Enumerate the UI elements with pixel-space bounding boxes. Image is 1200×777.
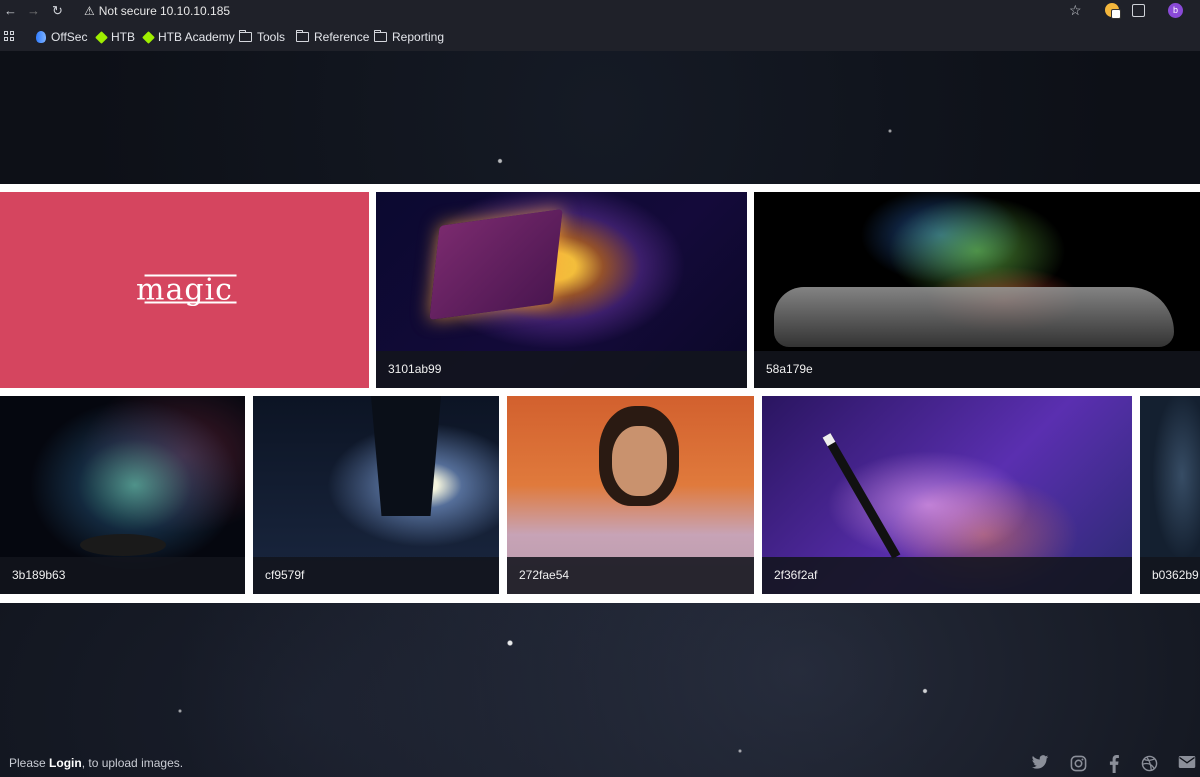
bookmark-label: Reference bbox=[314, 30, 370, 44]
hand-shape bbox=[774, 287, 1174, 347]
login-link[interactable]: Login bbox=[49, 756, 82, 770]
footer-prefix: Please bbox=[9, 756, 50, 770]
image-caption: 3b189b63 bbox=[0, 557, 245, 594]
bookmark-label: Reporting bbox=[392, 30, 445, 44]
apps-grid-icon[interactable] bbox=[4, 31, 14, 41]
magic-logo-tile: magic bbox=[0, 192, 369, 388]
security-label: Not secure bbox=[98, 4, 157, 18]
address-bar[interactable]: 10.10.10.185 bbox=[160, 4, 230, 18]
image-caption: 3101ab99 bbox=[376, 351, 747, 388]
twitter-icon[interactable] bbox=[1031, 755, 1049, 773]
footer-login-prompt: Please Login, to upload images. bbox=[9, 756, 183, 770]
image-caption: cf9579f bbox=[253, 557, 499, 594]
forward-icon[interactable]: → bbox=[27, 3, 40, 18]
gallery-image-top-hat[interactable]: 3b189b63 bbox=[0, 396, 245, 594]
extension-icon[interactable] bbox=[1105, 3, 1121, 19]
back-icon[interactable]: ← bbox=[4, 3, 17, 18]
image-gallery: magic 3101ab99 58a179e 3b189b63 cf9579f … bbox=[0, 184, 1200, 603]
gallery-image-spellbook[interactable]: 3101ab99 bbox=[376, 192, 747, 388]
footer-suffix: , to upload images. bbox=[81, 756, 184, 770]
warning-icon: ⚠ bbox=[84, 4, 95, 18]
suit-shape bbox=[371, 396, 441, 516]
bookmarks-bar: OffSec HTB HTB Academy Tools Reference R… bbox=[0, 23, 1200, 52]
extensions-puzzle-icon[interactable] bbox=[1132, 4, 1145, 17]
bookmark-folder-reference[interactable]: Reference bbox=[296, 30, 369, 44]
face-shape bbox=[612, 426, 667, 496]
browser-toolbar: ← → ↻ ⚠ Not secure 10.10.10.185 ☆ b bbox=[0, 0, 1200, 23]
image-caption: 2f36f2af bbox=[762, 557, 1132, 594]
htb-cube-icon bbox=[95, 30, 108, 44]
image-caption: b0362b9 bbox=[1140, 557, 1200, 594]
folder-icon bbox=[374, 30, 387, 42]
folder-icon bbox=[239, 30, 252, 42]
hat-shape bbox=[80, 534, 166, 556]
security-indicator[interactable]: ⚠ Not secure bbox=[84, 4, 157, 18]
image-caption: 58a179e bbox=[754, 351, 1200, 388]
bookmark-offsec[interactable]: OffSec bbox=[36, 30, 87, 44]
bookmark-htb[interactable]: HTB bbox=[95, 30, 135, 44]
bookmark-star-icon[interactable]: ☆ bbox=[1069, 2, 1082, 19]
bookmark-label: HTB bbox=[111, 30, 135, 44]
bookmark-folder-reporting[interactable]: Reporting bbox=[374, 30, 444, 44]
folder-icon bbox=[296, 30, 309, 42]
wand-shape bbox=[822, 433, 901, 559]
offsec-icon bbox=[36, 31, 46, 43]
image-caption: 272fae54 bbox=[507, 557, 754, 594]
gallery-image-partial[interactable]: b0362b9 bbox=[1140, 396, 1200, 594]
bookmark-label: HTB Academy bbox=[158, 30, 235, 44]
dribbble-icon[interactable] bbox=[1140, 755, 1158, 773]
site-logo: magic bbox=[136, 272, 237, 308]
gallery-image-hand-smoke[interactable]: 58a179e bbox=[754, 192, 1200, 388]
email-icon[interactable] bbox=[1178, 755, 1196, 773]
reload-icon[interactable]: ↻ bbox=[52, 3, 63, 19]
bookmark-label: OffSec bbox=[51, 30, 88, 44]
bookmark-folder-tools[interactable]: Tools bbox=[239, 30, 285, 44]
starfield-background: magic 3101ab99 58a179e 3b189b63 cf9579f … bbox=[0, 51, 1200, 777]
instagram-icon[interactable] bbox=[1069, 755, 1087, 773]
bookmark-label: Tools bbox=[257, 30, 286, 44]
bookmark-htb-academy[interactable]: HTB Academy bbox=[142, 30, 235, 44]
profile-avatar[interactable]: b bbox=[1168, 3, 1183, 18]
gallery-image-man[interactable]: 272fae54 bbox=[507, 396, 754, 594]
facebook-icon[interactable] bbox=[1105, 755, 1123, 773]
book-shape bbox=[429, 209, 563, 320]
htb-cube-icon bbox=[142, 30, 155, 44]
gallery-image-galaxy-hand[interactable]: cf9579f bbox=[253, 396, 499, 594]
gallery-image-magic-wand[interactable]: 2f36f2af bbox=[762, 396, 1132, 594]
